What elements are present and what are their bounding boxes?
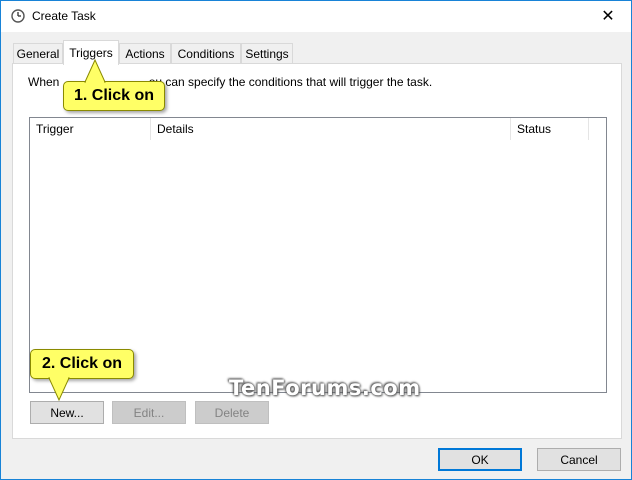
create-task-window: Create Task ✕ General Triggers Actions C… — [0, 0, 632, 480]
description-prefix: When — [28, 75, 63, 89]
tab-settings[interactable]: Settings — [241, 43, 293, 64]
close-icon: ✕ — [601, 8, 615, 25]
callout-1-pointer — [84, 59, 106, 83]
callout-1-text: 1. Click on — [73, 87, 155, 104]
tab-conditions-label: Conditions — [177, 47, 235, 61]
edit-trigger-button[interactable]: Edit... — [112, 401, 186, 424]
tab-general[interactable]: General — [13, 43, 63, 64]
close-button[interactable]: ✕ — [585, 1, 631, 31]
tab-general-label: General — [16, 47, 60, 61]
column-status-label: Status — [517, 122, 552, 136]
column-header-trigger[interactable]: Trigger — [30, 118, 151, 140]
column-header-status[interactable]: Status — [511, 118, 589, 140]
callout-click-triggers: 1. Click on — [63, 81, 165, 111]
tab-settings-label: Settings — [245, 47, 289, 61]
callout-2-text: 2. Click on — [41, 355, 123, 372]
callout-2-pointer — [48, 377, 70, 401]
column-details-label: Details — [157, 122, 194, 136]
list-header: Trigger Details Status — [30, 118, 606, 140]
cancel-button[interactable]: Cancel — [537, 448, 621, 471]
tenforums-watermark: TenForums.com — [229, 376, 421, 400]
tab-actions[interactable]: Actions — [119, 43, 171, 64]
column-header-details[interactable]: Details — [151, 118, 511, 140]
ok-button[interactable]: OK — [438, 448, 522, 471]
tab-conditions[interactable]: Conditions — [171, 43, 241, 64]
new-trigger-button[interactable]: New... — [30, 401, 104, 424]
description-suffix: ou can specify the conditions that will … — [148, 75, 433, 89]
tab-actions-label: Actions — [125, 47, 165, 61]
window-title: Create Task — [32, 9, 96, 23]
title-bar[interactable]: Create Task ✕ — [1, 1, 631, 32]
column-trigger-label: Trigger — [36, 122, 74, 136]
callout-click-new: 2. Click on — [30, 349, 134, 379]
task-scheduler-icon — [11, 9, 25, 23]
tab-triggers-label: Triggers — [69, 46, 113, 60]
delete-trigger-button[interactable]: Delete — [195, 401, 269, 424]
